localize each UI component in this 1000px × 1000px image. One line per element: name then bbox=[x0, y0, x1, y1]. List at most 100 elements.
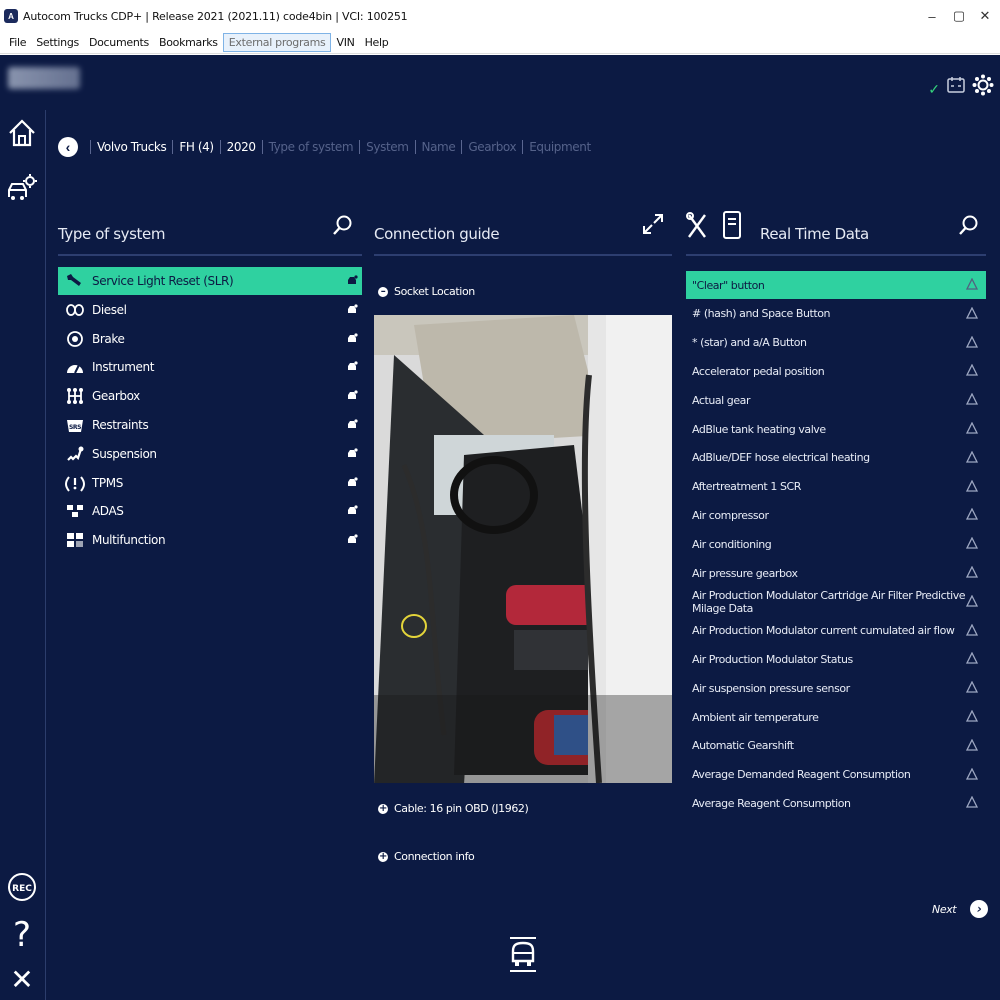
rtd-item[interactable]: Air Production Modulator Status bbox=[686, 645, 986, 673]
rtd-item-label: AdBlue tank heating valve bbox=[692, 422, 826, 436]
rtd-item[interactable]: Air compressor bbox=[686, 501, 986, 529]
rtd-item[interactable]: Average Reagent Consumption bbox=[686, 789, 986, 817]
breadcrumb-equipment: Equipment bbox=[522, 140, 597, 154]
rtd-item[interactable]: Air pressure gearbox bbox=[686, 559, 986, 587]
system-item-tpms[interactable]: TPMS bbox=[58, 469, 362, 497]
divider bbox=[374, 254, 672, 256]
rtd-item-label: Air Production Modulator Cartridge Air F… bbox=[692, 588, 966, 615]
rtd-item[interactable]: Aftertreatment 1 SCR bbox=[686, 473, 986, 501]
rtd-item[interactable]: "Clear" button bbox=[686, 271, 986, 299]
breadcrumb: ‹ Volvo Trucks FH (4) 2020 Type of syste… bbox=[58, 131, 597, 163]
rtd-item-label: Accelerator pedal position bbox=[692, 364, 825, 378]
close-window-button[interactable]: ✕ bbox=[968, 0, 1000, 32]
system-item-gearbox[interactable]: Gearbox bbox=[58, 382, 362, 410]
system-item-label: Diesel bbox=[92, 302, 127, 317]
rtd-item[interactable]: Air Production Modulator current cumulat… bbox=[686, 617, 986, 645]
vehicle-mini-icon bbox=[348, 304, 358, 313]
vehicle-mini-icon bbox=[348, 476, 358, 486]
warning-triangle-icon bbox=[966, 623, 978, 636]
breadcrumb-make[interactable]: Volvo Trucks bbox=[90, 140, 172, 154]
breadcrumb-gearbox: Gearbox bbox=[461, 140, 522, 154]
vehicle-mini-icon bbox=[348, 332, 358, 342]
system-item-brake[interactable]: Brake bbox=[58, 325, 362, 353]
menu-documents[interactable]: Documents bbox=[84, 34, 154, 51]
record-button[interactable]: REC bbox=[5, 870, 39, 904]
vehicle-mini-icon bbox=[348, 419, 358, 428]
back-button[interactable]: ‹ bbox=[58, 137, 78, 157]
menu-vin[interactable]: VIN bbox=[331, 34, 359, 51]
vehicle-connect-icon[interactable] bbox=[506, 935, 540, 973]
socket-location-photo bbox=[374, 315, 672, 783]
warning-triangle-icon bbox=[966, 450, 978, 463]
menu-external-programs[interactable]: External programs bbox=[222, 33, 332, 52]
next-button[interactable]: Next › bbox=[932, 900, 989, 918]
brake-icon bbox=[64, 330, 86, 348]
warning-triangle-icon bbox=[966, 767, 978, 780]
home-icon[interactable] bbox=[5, 116, 39, 150]
rtd-item-label: "Clear" button bbox=[692, 278, 765, 292]
menu-file[interactable]: File bbox=[4, 34, 31, 51]
system-item-adas[interactable]: ADAS bbox=[58, 497, 362, 525]
rtd-item-label: # (hash) and Space Button bbox=[692, 307, 831, 321]
system-item-label: Service Light Reset (SLR) bbox=[92, 274, 234, 288]
socket-location-toggle[interactable]: – Socket Location bbox=[378, 285, 475, 298]
search-system-icon[interactable] bbox=[332, 214, 354, 236]
menu-help[interactable]: Help bbox=[360, 34, 394, 51]
adas-icon bbox=[64, 502, 86, 520]
rtd-item-label: Air pressure gearbox bbox=[692, 566, 798, 580]
warning-triangle-icon bbox=[966, 710, 978, 722]
rtd-item-label: Ambient air temperature bbox=[692, 710, 819, 724]
rtd-item-label: Air suspension pressure sensor bbox=[692, 681, 850, 695]
vehicle-settings-icon[interactable] bbox=[5, 170, 39, 204]
next-arrow-icon: › bbox=[970, 900, 989, 918]
rtd-item[interactable]: AdBlue/DEF hose electrical heating bbox=[686, 444, 986, 472]
rtd-item[interactable]: # (hash) and Space Button bbox=[686, 300, 986, 328]
diesel-icon bbox=[64, 301, 86, 319]
rtd-item[interactable]: Air Production Modulator Cartridge Air F… bbox=[686, 588, 986, 616]
cable-toggle[interactable]: + Cable: 16 pin OBD (J1962) bbox=[378, 802, 529, 815]
expand-icon[interactable] bbox=[642, 213, 664, 235]
connected-check-icon: ✓ bbox=[928, 81, 940, 97]
breadcrumb-type-of-system: Type of system bbox=[261, 140, 360, 154]
settings-gear-icon[interactable] bbox=[972, 74, 994, 96]
real-time-data-title: Real Time Data bbox=[760, 225, 869, 243]
rtd-item[interactable]: Automatic Gearshift bbox=[686, 732, 986, 760]
type-of-system-title: Type of system bbox=[58, 225, 166, 243]
vehicle-mini-icon bbox=[348, 505, 358, 515]
tools-icon[interactable] bbox=[686, 212, 708, 240]
rtd-item-label: Air Production Modulator current cumulat… bbox=[692, 624, 955, 638]
rtd-item[interactable]: Air conditioning bbox=[686, 530, 986, 558]
rtd-item[interactable]: Actual gear bbox=[686, 386, 986, 414]
help-icon[interactable]: ? bbox=[5, 915, 39, 955]
socket-location-label: Socket Location bbox=[394, 285, 475, 298]
rtd-item-label: AdBlue/DEF hose electrical heating bbox=[692, 451, 870, 465]
system-item-suspension[interactable]: Suspension bbox=[58, 440, 362, 468]
system-item-instrument[interactable]: Instrument bbox=[58, 353, 362, 381]
rtd-item[interactable]: Ambient air temperature bbox=[686, 703, 986, 731]
left-rail: REC ? ✕ bbox=[0, 110, 46, 1000]
window-title: Autocom Trucks CDP+ | Release 2021 (2021… bbox=[23, 9, 408, 23]
breadcrumb-year[interactable]: 2020 bbox=[219, 140, 262, 154]
rtd-item[interactable]: Air suspension pressure sensor bbox=[686, 674, 986, 702]
menu-bookmarks[interactable]: Bookmarks bbox=[154, 34, 223, 51]
connection-info-toggle[interactable]: + Connection info bbox=[378, 850, 475, 863]
status-icons: ✓ bbox=[928, 71, 994, 98]
document-icon[interactable] bbox=[722, 210, 742, 240]
menu-settings[interactable]: Settings bbox=[31, 34, 84, 51]
search-data-icon[interactable] bbox=[958, 214, 980, 236]
system-item-restraints[interactable]: SRS Restraints bbox=[58, 411, 362, 439]
rtd-item[interactable]: AdBlue tank heating valve bbox=[686, 415, 986, 443]
system-item-multifunction[interactable]: Multifunction bbox=[58, 526, 362, 554]
rtd-item[interactable]: Average Demanded Reagent Consumption bbox=[686, 761, 986, 789]
breadcrumb-model[interactable]: FH (4) bbox=[172, 140, 219, 154]
warning-triangle-icon bbox=[966, 537, 978, 549]
rtd-item-label: Air Production Modulator Status bbox=[692, 652, 853, 666]
rtd-item-label: Automatic Gearshift bbox=[692, 739, 794, 753]
warning-triangle-icon bbox=[966, 796, 978, 809]
rtd-item[interactable]: Accelerator pedal position bbox=[686, 357, 986, 385]
system-item-diesel[interactable]: Diesel bbox=[58, 296, 362, 324]
rtd-item[interactable]: * (star) and a/A Button bbox=[686, 329, 986, 357]
system-item-service-light-reset-slr[interactable]: Service Light Reset (SLR) bbox=[58, 267, 362, 295]
calendar-icon[interactable] bbox=[946, 75, 966, 95]
exit-icon[interactable]: ✕ bbox=[5, 962, 39, 996]
